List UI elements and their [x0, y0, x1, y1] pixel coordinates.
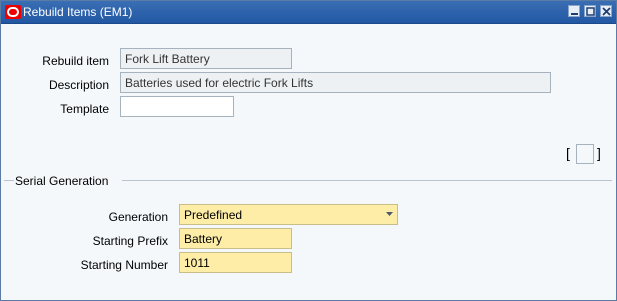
oracle-icon [5, 5, 21, 19]
rebuild-items-window: Rebuild Items (EM1) Rebuild item Fork Li… [0, 0, 617, 301]
template-label: Template [60, 102, 109, 116]
description-label: Description [48, 78, 109, 92]
section-divider [122, 180, 612, 181]
form-content: Rebuild item Fork Lift Battery Descripti… [2, 24, 615, 300]
flex-bracket-open: [ [566, 145, 570, 161]
title-bar[interactable]: Rebuild Items (EM1) [1, 1, 616, 24]
descriptive-flexfield[interactable] [576, 144, 594, 164]
serial-generation-title: Serial Generation [15, 174, 109, 188]
generation-label: Generation [108, 210, 168, 224]
section-divider-left [4, 180, 14, 181]
flex-bracket-close: ] [597, 145, 601, 161]
rebuild-item-label: Rebuild item [42, 54, 109, 68]
description-field[interactable]: Batteries used for electric Fork Lifts [120, 72, 551, 93]
maximize-icon[interactable] [584, 5, 596, 17]
starting-prefix-label: Starting Prefix [92, 234, 168, 248]
close-icon[interactable] [600, 5, 612, 17]
starting-number-field[interactable]: 1011 [179, 252, 292, 273]
generation-value: Predefined [184, 208, 243, 222]
window-title: Rebuild Items (EM1) [23, 5, 133, 19]
starting-number-label: Starting Number [80, 258, 168, 272]
starting-prefix-field[interactable]: Battery [179, 228, 292, 249]
generation-select[interactable]: Predefined [179, 204, 398, 225]
rebuild-item-field[interactable]: Fork Lift Battery [120, 48, 292, 69]
minimize-icon[interactable] [568, 5, 580, 17]
template-field[interactable] [120, 96, 234, 117]
chevron-down-icon[interactable] [384, 208, 395, 220]
